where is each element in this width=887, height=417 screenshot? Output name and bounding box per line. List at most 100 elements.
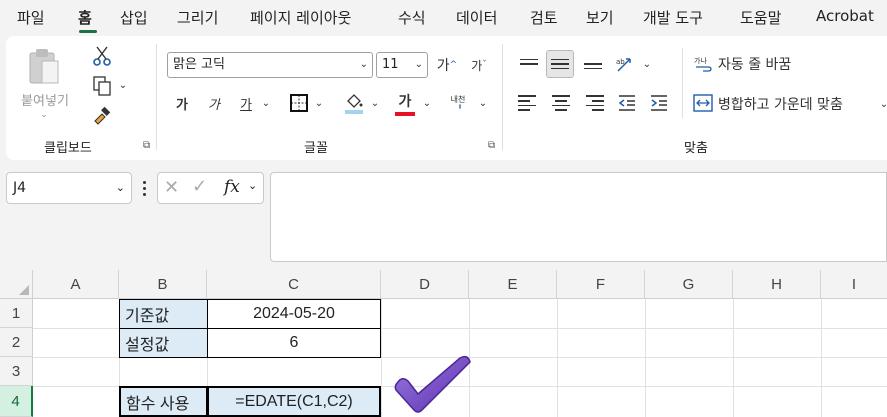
more-options-icon[interactable]: [140, 178, 148, 198]
font-color-swatch: [395, 111, 415, 116]
orientation-chevron-down-icon[interactable]: ⌄: [640, 52, 654, 76]
font-color-chevron-down-icon[interactable]: ⌄: [420, 90, 434, 116]
column-header-b[interactable]: B: [119, 270, 207, 299]
wrap-text-button[interactable]: 자동 줄 바꿈: [718, 52, 791, 76]
worksheet-grid: A B C D E F G H I 1 2 3 4 기준값 2024-05-20…: [0, 270, 887, 417]
tab-draw[interactable]: 그리기: [177, 7, 218, 28]
tab-review[interactable]: 검토: [530, 7, 558, 28]
cancel-icon[interactable]: ✕: [164, 177, 179, 198]
merge-center-button[interactable]: 병합하고 가운데 맞춤: [718, 92, 843, 116]
increase-indent-icon[interactable]: [648, 92, 670, 114]
scissors-icon[interactable]: [90, 44, 114, 68]
align-left-icon[interactable]: [518, 92, 540, 114]
align-bottom-icon[interactable]: [582, 54, 604, 74]
align-top-icon[interactable]: [518, 54, 540, 74]
wrap-text-icon[interactable]: 가나: [692, 52, 714, 76]
font-launcher-icon[interactable]: ⧉: [488, 140, 495, 151]
decrease-font-size-button[interactable]: 가ˇ: [466, 52, 492, 78]
chevron-down-icon: ⌄: [414, 59, 423, 70]
cell-b1[interactable]: 기준값: [119, 299, 208, 329]
underline-chevron-down-icon[interactable]: ⌄: [259, 90, 273, 116]
column-header-g[interactable]: G: [645, 270, 733, 299]
chevron-down-icon: ⌄: [115, 181, 125, 194]
tab-formulas[interactable]: 수식: [398, 7, 426, 28]
formula-controls: ✕ ✓ fx ⌄: [157, 172, 264, 204]
underline-button[interactable]: 가: [235, 90, 257, 116]
phonetic-chevron-down-icon[interactable]: ⌄: [476, 90, 490, 116]
cell-b2[interactable]: 설정값: [119, 328, 208, 358]
cell-c2[interactable]: 6: [207, 328, 381, 358]
row-header-4[interactable]: 4: [0, 386, 33, 417]
italic-button[interactable]: 가: [203, 90, 225, 116]
phonetic-guide-button[interactable]: 내천 ᅤ: [444, 90, 472, 118]
font-name-dropdown[interactable]: 맑은 고딕 ⌄: [167, 52, 373, 78]
align-center-icon[interactable]: [550, 92, 572, 114]
paste-chevron-down-icon[interactable]: ⌄: [34, 108, 54, 122]
tab-developer[interactable]: 개발 도구: [643, 7, 703, 28]
select-all-button[interactable]: [0, 270, 33, 299]
row-header-3[interactable]: 3: [0, 357, 33, 386]
fill-color-icon[interactable]: [342, 90, 366, 116]
formula-input[interactable]: [270, 172, 887, 262]
menu-bar: 파일 홈 삽입 그리기 페이지 레이아웃 수식 데이터 검토 보기 개발 도구 …: [0, 0, 887, 36]
insert-function-button[interactable]: fx: [224, 177, 240, 197]
column-header-e[interactable]: E: [469, 270, 557, 299]
column-header-h[interactable]: H: [733, 270, 821, 299]
tab-page-layout[interactable]: 페이지 레이아웃: [250, 7, 351, 28]
font-color-button[interactable]: 가: [393, 88, 417, 118]
orientation-icon[interactable]: ab: [614, 52, 638, 76]
paste-button[interactable]: 붙여넣기: [18, 90, 72, 109]
name-box[interactable]: J4 ⌄: [6, 172, 132, 204]
row-header-2[interactable]: 2: [0, 328, 33, 357]
align-middle-icon[interactable]: [546, 50, 574, 78]
chevron-down-icon: ⌄: [359, 59, 368, 70]
decrease-indent-icon[interactable]: [616, 92, 638, 114]
copy-chevron-down-icon[interactable]: ⌄: [116, 76, 130, 94]
merge-center-icon[interactable]: [692, 92, 714, 114]
svg-text:가나: 가나: [694, 56, 707, 65]
tab-data[interactable]: 데이터: [456, 7, 497, 28]
tab-help[interactable]: 도움말: [740, 7, 781, 28]
gridline: [733, 299, 734, 417]
merge-chevron-down-icon[interactable]: ⌄: [878, 92, 887, 116]
clipboard-launcher-icon[interactable]: ⧉: [143, 140, 150, 151]
svg-text:ab: ab: [616, 58, 625, 66]
font-name-value: 맑은 고딕: [173, 57, 225, 72]
column-header-c[interactable]: C: [207, 270, 381, 299]
borders-chevron-down-icon[interactable]: ⌄: [312, 90, 326, 116]
cell-b4[interactable]: 함수 사용: [119, 386, 208, 417]
align-right-icon[interactable]: [582, 92, 604, 114]
paste-icon[interactable]: [20, 44, 68, 90]
group-separator: [682, 48, 683, 118]
row-header-1[interactable]: 1: [0, 299, 33, 328]
gridline: [645, 299, 646, 417]
alignment-group-label: 맞춤: [684, 141, 708, 156]
borders-icon[interactable]: [288, 92, 310, 114]
column-header-a[interactable]: A: [33, 270, 119, 299]
font-group-label: 글꼴: [304, 141, 328, 156]
gridline: [821, 299, 822, 417]
fill-color-chevron-down-icon[interactable]: ⌄: [368, 90, 382, 116]
tab-acrobat[interactable]: Acrobat: [816, 7, 874, 25]
column-header-i[interactable]: I: [821, 270, 887, 299]
cell-c4[interactable]: =EDATE(C1,C2): [207, 386, 381, 417]
group-separator: [502, 44, 503, 150]
tab-view[interactable]: 보기: [586, 7, 614, 28]
enter-icon[interactable]: ✓: [192, 176, 207, 197]
format-painter-icon[interactable]: [90, 104, 114, 128]
column-header-d[interactable]: D: [381, 270, 469, 299]
clipboard-group-label: 클립보드: [44, 141, 92, 156]
tab-home[interactable]: 홈: [78, 7, 92, 28]
cell-c1[interactable]: 2024-05-20: [207, 299, 381, 329]
copy-icon[interactable]: [90, 74, 114, 98]
caret-down-icon: ˇ: [482, 60, 487, 70]
tab-insert[interactable]: 삽입: [120, 7, 148, 28]
tab-file[interactable]: 파일: [17, 7, 45, 28]
column-header-f[interactable]: F: [557, 270, 645, 299]
font-size-dropdown[interactable]: 11 ⌄: [376, 52, 428, 78]
bold-button[interactable]: 가: [171, 90, 193, 116]
name-box-value: J4: [13, 180, 27, 196]
chevron-down-icon[interactable]: ⌄: [248, 179, 257, 192]
increase-font-size-button[interactable]: 가 ^: [434, 52, 460, 78]
caret-up-icon: ^: [449, 60, 458, 70]
